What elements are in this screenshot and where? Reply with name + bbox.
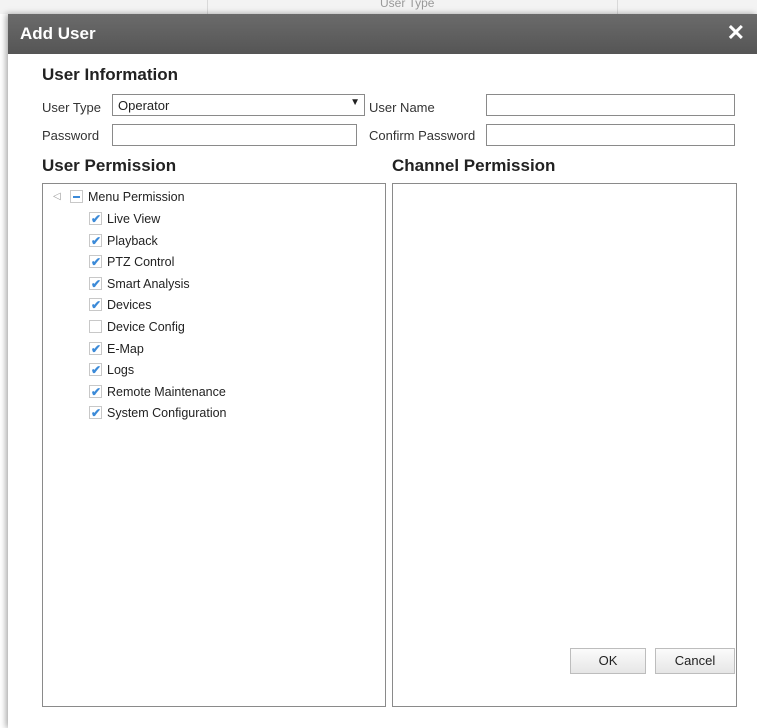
permission-item[interactable]: ✔ System Configuration	[89, 404, 369, 422]
user-name-label: User Name	[369, 100, 435, 115]
permission-item-label: Device Config	[107, 320, 185, 334]
background-table-header: User Type	[0, 0, 757, 14]
permission-item-label: E-Map	[107, 341, 144, 356]
user-type-value: Operator	[118, 98, 170, 113]
checked-checkbox-icon[interactable]: ✔	[89, 384, 102, 399]
add-user-dialog: Add User ✕ User Information User Type Op…	[8, 14, 757, 728]
permission-item[interactable]: ✔ Remote Maintenance	[89, 383, 369, 401]
permission-item-label: Playback	[107, 233, 158, 248]
checked-checkbox-icon[interactable]: ✔	[89, 363, 102, 377]
checked-checkbox-icon[interactable]: ✔	[89, 276, 102, 291]
dialog-titlebar: Add User ✕	[8, 14, 757, 54]
user-type-label: User Type	[42, 100, 102, 115]
checked-checkbox-icon[interactable]: ✔	[89, 298, 102, 312]
checked-checkbox-icon[interactable]: ✔	[89, 255, 102, 269]
permission-item-label: PTZ Control	[107, 255, 175, 270]
permission-item-label: Live View	[107, 212, 161, 226]
partial-checkbox-icon[interactable]	[70, 190, 83, 203]
permission-item-label: Remote Maintenance	[107, 384, 226, 399]
checked-checkbox-icon[interactable]: ✔	[89, 212, 102, 226]
permission-item[interactable]: ✔ Playback	[89, 232, 369, 250]
checked-checkbox-icon[interactable]: ✔	[89, 233, 102, 248]
user-information-heading: User Information	[42, 65, 179, 84]
checked-checkbox-icon[interactable]: ✔	[89, 341, 102, 356]
permission-item[interactable]: ✔ Smart Analysis	[89, 275, 369, 293]
tree-root-label: Menu Permission	[88, 190, 185, 204]
permission-item[interactable]: ✔ PTZ Control	[89, 253, 369, 271]
user-permission-tree[interactable]: ◁ Menu Permission ✔ Live View ✔ Playback ✔ PT…	[42, 183, 386, 707]
column-divider	[207, 0, 208, 14]
confirm-password-label: Confirm Password	[369, 128, 476, 143]
permission-item[interactable]: ✔ Devices	[89, 296, 369, 314]
tree-root-menu-permission[interactable]: ◁ Menu Permission	[53, 188, 353, 206]
permission-item[interactable]: ✔ Logs	[89, 361, 369, 379]
background-column-header: User Type	[380, 0, 435, 10]
user-type-select[interactable]: Operator ▼	[112, 94, 365, 116]
permission-item-label: System Configuration	[107, 406, 227, 421]
chevron-down-icon: ▼	[350, 97, 360, 108]
unchecked-checkbox-icon[interactable]	[89, 320, 102, 333]
permission-item[interactable]: Device Config	[89, 318, 369, 336]
checked-checkbox-icon[interactable]: ✔	[89, 406, 102, 420]
ok-button[interactable]: OK	[570, 648, 646, 674]
user-name-input[interactable]	[486, 94, 735, 116]
password-label: Password	[42, 128, 100, 143]
user-permission-heading: User Permission	[42, 156, 177, 175]
permission-item-label: Smart Analysis	[107, 276, 190, 291]
cancel-button[interactable]: Cancel	[655, 648, 735, 674]
dialog-title: Add User	[20, 24, 96, 43]
column-divider	[617, 0, 618, 14]
close-icon[interactable]: ✕	[727, 21, 745, 45]
permission-item-label: Devices	[107, 298, 152, 313]
permission-item[interactable]: ✔ Live View	[89, 210, 369, 228]
permission-item[interactable]: ✔ E-Map	[89, 340, 369, 358]
channel-permission-heading: Channel Permission	[392, 156, 556, 175]
collapse-triangle-icon[interactable]: ◁	[53, 188, 61, 206]
permission-item-label: Logs	[107, 363, 135, 378]
channel-permission-panel[interactable]	[392, 183, 737, 707]
confirm-password-input[interactable]	[486, 124, 735, 146]
password-input[interactable]	[112, 124, 357, 146]
